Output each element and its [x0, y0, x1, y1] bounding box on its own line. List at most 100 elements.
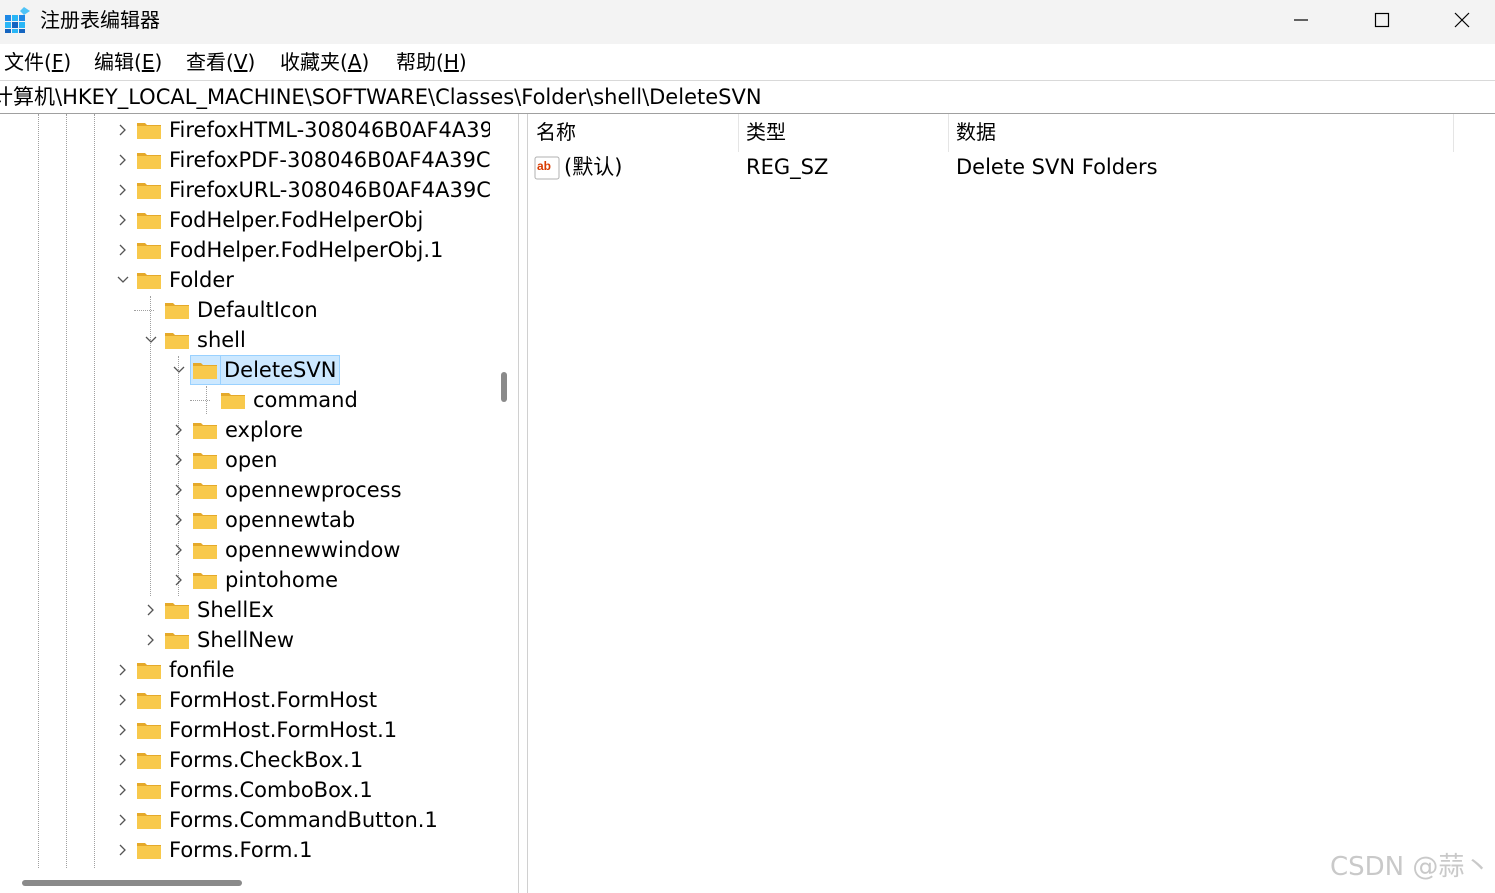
chevron-down-icon[interactable]	[170, 355, 186, 385]
tree-item-label: DeleteSVN	[220, 355, 341, 385]
chevron-right-icon[interactable]	[114, 835, 130, 865]
column-header-type[interactable]: 类型	[746, 118, 786, 146]
tree-item-label: pintohome	[225, 568, 339, 592]
title-bar: 注册表编辑器	[0, 0, 1495, 44]
chevron-right-icon[interactable]	[114, 175, 130, 205]
tree-item[interactable]: opennewwindow	[170, 535, 490, 565]
chevron-down-icon[interactable]	[114, 265, 130, 295]
chevron-right-icon[interactable]	[142, 595, 158, 625]
tree-item[interactable]: Forms.ComboBox.1	[114, 775, 490, 805]
tree-connector	[134, 310, 154, 311]
chevron-down-icon[interactable]	[142, 325, 158, 355]
chevron-right-icon[interactable]	[170, 505, 186, 535]
close-button[interactable]	[1422, 0, 1495, 40]
chevron-right-icon[interactable]	[114, 655, 130, 685]
tree-item[interactable]: open	[170, 445, 490, 475]
chevron-right-icon[interactable]	[114, 115, 130, 145]
tree-item[interactable]: FodHelper.FodHelperObj	[114, 205, 490, 235]
tree-item-label: opennewtab	[225, 508, 356, 532]
chevron-right-icon[interactable]	[170, 565, 186, 595]
address-bar[interactable]: 计算机\HKEY_LOCAL_MACHINE\SOFTWARE\Classes\…	[0, 80, 1495, 114]
chevron-right-icon[interactable]	[114, 775, 130, 805]
tree-item-label: FodHelper.FodHelperObj	[169, 208, 424, 232]
window-title: 注册表编辑器	[40, 8, 160, 32]
tree-item[interactable]: explore	[170, 415, 490, 445]
menu-view[interactable]: 查看(V)	[186, 49, 255, 75]
menu-help[interactable]: 帮助(H)	[396, 49, 467, 75]
tree-vertical-scrollbar[interactable]	[490, 114, 518, 868]
menu-bar: 文件(F) 编辑(E) 查看(V) 收藏夹(A) 帮助(H)	[0, 44, 1495, 78]
column-header-name[interactable]: 名称	[536, 118, 576, 146]
folder-icon	[137, 843, 161, 859]
tree-item-label: FormHost.FormHost.1	[169, 718, 398, 742]
menu-edit[interactable]: 编辑(E)	[94, 49, 162, 75]
folder-icon	[221, 393, 245, 409]
menu-file[interactable]: 文件(F)	[4, 49, 71, 75]
tree-item-label: DefaultIcon	[197, 298, 318, 322]
maximize-button[interactable]	[1342, 0, 1422, 40]
folder-icon	[137, 273, 161, 289]
chevron-right-icon[interactable]	[114, 205, 130, 235]
value-name: (默认)	[564, 155, 623, 179]
tree-item[interactable]: Folder	[114, 265, 490, 295]
folder-icon	[165, 633, 189, 649]
tree-item[interactable]: DefaultIcon	[134, 295, 490, 325]
tree-item[interactable]: Forms.CommandButton.1	[114, 805, 490, 835]
chevron-right-icon[interactable]	[114, 745, 130, 775]
folder-icon	[137, 813, 161, 829]
chevron-right-icon[interactable]	[114, 685, 130, 715]
tree-item-label: opennewprocess	[225, 478, 402, 502]
tree-item[interactable]: opennewtab	[170, 505, 490, 535]
tree-item-label: fonfile	[169, 658, 235, 682]
column-header-data[interactable]: 数据	[956, 118, 996, 146]
svg-text:ab: ab	[537, 159, 551, 173]
tree-item[interactable]: Forms.Form.1	[114, 835, 490, 865]
tree-item[interactable]: Forms.CheckBox.1	[114, 745, 490, 775]
minimize-button[interactable]	[1261, 0, 1341, 40]
folder-icon	[193, 573, 217, 589]
tree-item[interactable]: ShellNew	[142, 625, 490, 655]
chevron-right-icon[interactable]	[170, 445, 186, 475]
menu-favorites[interactable]: 收藏夹(A)	[280, 49, 369, 75]
scrollbar-thumb[interactable]	[501, 372, 507, 402]
folder-icon	[137, 663, 161, 679]
address-path[interactable]: 计算机\HKEY_LOCAL_MACHINE\SOFTWARE\Classes\…	[0, 84, 762, 110]
tree-horizontal-scrollbar[interactable]	[0, 868, 518, 893]
folder-icon	[193, 363, 217, 379]
value-row[interactable]: ab (默认) REG_SZ Delete SVN Folders	[528, 152, 1495, 184]
tree-item[interactable]: FirefoxHTML-308046B0AF4A39CB	[114, 115, 490, 145]
tree-connector	[190, 400, 210, 401]
chevron-right-icon[interactable]	[114, 805, 130, 835]
tree-item[interactable]: FirefoxPDF-308046B0AF4A39CB	[114, 145, 490, 175]
tree-item[interactable]: opennewprocess	[170, 475, 490, 505]
tree-guide-line	[94, 114, 95, 868]
registry-tree[interactable]: FirefoxHTML-308046B0AF4A39CB FirefoxPDF-3…	[0, 114, 490, 868]
folder-icon	[193, 543, 217, 559]
tree-item[interactable]: FormHost.FormHost.1	[114, 715, 490, 745]
chevron-right-icon[interactable]	[170, 475, 186, 505]
tree-item[interactable]: shell	[142, 325, 490, 355]
tree-item-label: ShellNew	[197, 628, 295, 652]
tree-item[interactable]: fonfile	[114, 655, 490, 685]
column-divider[interactable]	[738, 114, 739, 152]
column-divider[interactable]	[1453, 114, 1454, 152]
tree-item[interactable]: FodHelper.FodHelperObj.1	[114, 235, 490, 265]
chevron-right-icon[interactable]	[142, 625, 158, 655]
tree-item[interactable]: DeleteSVN	[170, 355, 490, 385]
tree-item[interactable]: pintohome	[170, 565, 490, 595]
tree-item[interactable]: FirefoxURL-308046B0AF4A39CB	[114, 175, 490, 205]
chevron-right-icon[interactable]	[114, 715, 130, 745]
chevron-right-icon[interactable]	[170, 415, 186, 445]
chevron-right-icon[interactable]	[170, 535, 186, 565]
pane-splitter[interactable]	[518, 114, 528, 893]
chevron-right-icon[interactable]	[114, 235, 130, 265]
column-divider[interactable]	[948, 114, 949, 152]
scrollbar-thumb[interactable]	[22, 880, 242, 886]
tree-item[interactable]: FormHost.FormHost	[114, 685, 490, 715]
folder-icon	[193, 483, 217, 499]
tree-item[interactable]: ShellEx	[142, 595, 490, 625]
folder-icon	[137, 783, 161, 799]
folder-icon	[137, 243, 161, 259]
tree-item[interactable]: command	[190, 385, 490, 415]
chevron-right-icon[interactable]	[114, 145, 130, 175]
